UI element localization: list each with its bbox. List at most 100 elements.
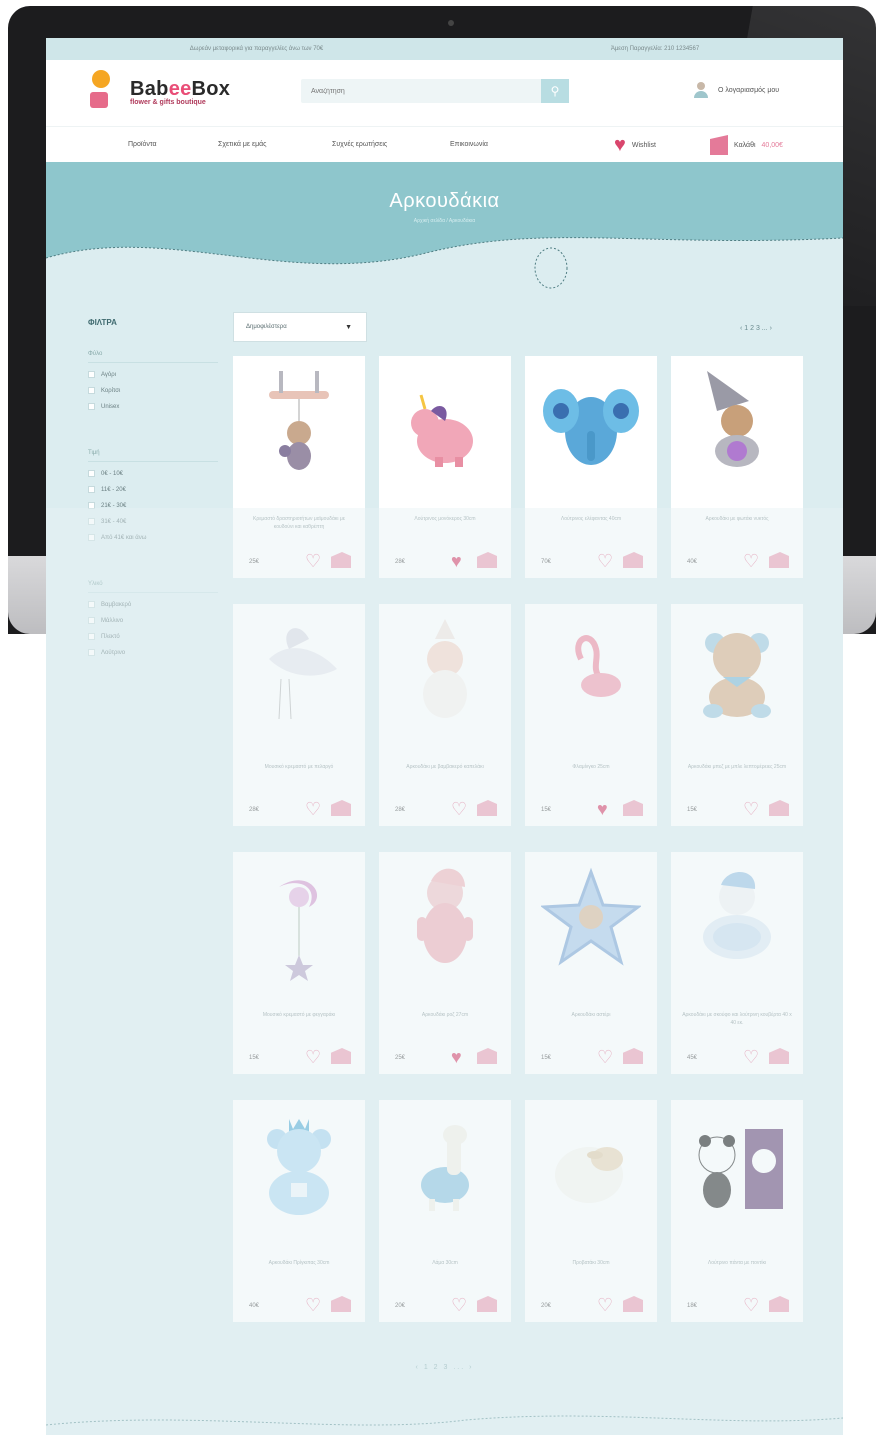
- pagination-top[interactable]: ‹ 1 2 3 ... ›: [740, 325, 772, 332]
- add-to-cart-icon[interactable]: [331, 552, 351, 568]
- product-name[interactable]: Λούτρινος ελέφαντας 40cm: [535, 516, 647, 524]
- filter-option[interactable]: 11€ - 20€: [88, 486, 218, 493]
- heart-icon[interactable]: ♡: [451, 1296, 467, 1314]
- heart-icon[interactable]: ♡: [597, 1296, 613, 1314]
- add-to-cart-icon[interactable]: [331, 1296, 351, 1312]
- product-image[interactable]: [671, 852, 803, 1002]
- cart-link[interactable]: Καλάθι 40,00€: [710, 135, 783, 155]
- product-name[interactable]: Κρεμαστό δραστηριοτήτων μαϊμουδάκι με κο…: [243, 516, 355, 531]
- product-card[interactable]: Αρκουδάκι ροζ 27cm 25€ ♥: [379, 852, 511, 1074]
- product-name[interactable]: Αρκουδάκι ροζ 27cm: [389, 1012, 501, 1020]
- filter-option[interactable]: Πλεκτό: [88, 633, 218, 640]
- heart-icon[interactable]: ♥: [451, 552, 462, 570]
- filter-option[interactable]: Λούτρινο: [88, 649, 218, 656]
- product-card[interactable]: Αρκουδάκι με βαμβακερό καπελάκι 28€ ♡: [379, 604, 511, 826]
- heart-icon[interactable]: ♡: [305, 552, 321, 570]
- nav-faq[interactable]: Συχνές ερωτήσεις: [332, 141, 387, 148]
- product-card[interactable]: Μουσικό κρεμαστό με πελαργό 28€ ♡: [233, 604, 365, 826]
- product-name[interactable]: Αρκουδάκι με βαμβακερό καπελάκι: [389, 764, 501, 772]
- add-to-cart-icon[interactable]: [477, 1048, 497, 1064]
- product-name[interactable]: Αρκουδάκι με φωτάκι νυκτός: [681, 516, 793, 524]
- checkbox[interactable]: [88, 403, 95, 410]
- breadcrumb[interactable]: Αρχική σελίδα / Αρκουδάκια: [46, 218, 843, 224]
- filter-option[interactable]: Unisex: [88, 403, 218, 410]
- heart-icon[interactable]: ♡: [451, 800, 467, 818]
- logo[interactable]: BabeeBox flower & gifts boutique: [86, 70, 230, 114]
- add-to-cart-icon[interactable]: [331, 800, 351, 816]
- checkbox[interactable]: [88, 518, 95, 525]
- heart-icon[interactable]: ♡: [743, 552, 759, 570]
- add-to-cart-icon[interactable]: [477, 552, 497, 568]
- sort-dropdown[interactable]: Δημοφιλέστερα ▼: [233, 312, 367, 342]
- product-image[interactable]: [379, 604, 511, 754]
- product-card[interactable]: Αρκουδάκι με σκούφο και λούτρινη κουβέρτ…: [671, 852, 803, 1074]
- product-name[interactable]: Λάμα 30cm: [389, 1260, 501, 1268]
- product-image[interactable]: [233, 1100, 365, 1250]
- add-to-cart-icon[interactable]: [769, 552, 789, 568]
- product-card[interactable]: Λούτρινος μονόκερος 30cm 28€ ♥: [379, 356, 511, 578]
- product-card[interactable]: Φλαμίνγκο 25cm 15€ ♥: [525, 604, 657, 826]
- heart-icon[interactable]: ♡: [305, 1048, 321, 1066]
- filter-option[interactable]: Βαμβακερό: [88, 601, 218, 608]
- product-image[interactable]: [233, 356, 365, 506]
- add-to-cart-icon[interactable]: [623, 800, 643, 816]
- product-image[interactable]: [379, 852, 511, 1002]
- checkbox[interactable]: [88, 534, 95, 541]
- heart-icon[interactable]: ♡: [305, 1296, 321, 1314]
- filter-option[interactable]: 0€ - 10€: [88, 470, 218, 477]
- product-card[interactable]: Λούτρινο πάντα με ποντίκι 18€ ♡: [671, 1100, 803, 1322]
- heart-icon[interactable]: ♡: [597, 552, 613, 570]
- product-name[interactable]: Φλαμίνγκο 25cm: [535, 764, 647, 772]
- checkbox[interactable]: [88, 387, 95, 394]
- product-image[interactable]: [671, 356, 803, 506]
- checkbox[interactable]: [88, 617, 95, 624]
- product-name[interactable]: Λούτρινος μονόκερος 30cm: [389, 516, 501, 524]
- product-card[interactable]: Λάμα 30cm 20€ ♡: [379, 1100, 511, 1322]
- product-image[interactable]: [379, 356, 511, 506]
- add-to-cart-icon[interactable]: [769, 800, 789, 816]
- checkbox[interactable]: [88, 633, 95, 640]
- product-image[interactable]: [671, 604, 803, 754]
- heart-icon[interactable]: ♡: [597, 1048, 613, 1066]
- product-image[interactable]: [233, 852, 365, 1002]
- checkbox[interactable]: [88, 502, 95, 509]
- product-image[interactable]: [525, 604, 657, 754]
- filter-option[interactable]: Αγόρι: [88, 371, 218, 378]
- product-image[interactable]: [525, 356, 657, 506]
- product-name[interactable]: Λούτρινο πάντα με ποντίκι: [681, 1260, 793, 1268]
- product-image[interactable]: [379, 1100, 511, 1250]
- product-image[interactable]: [525, 1100, 657, 1250]
- checkbox[interactable]: [88, 486, 95, 493]
- search-input[interactable]: [301, 79, 541, 103]
- product-name[interactable]: Αρκουδάκι αστέρι: [535, 1012, 647, 1020]
- checkbox[interactable]: [88, 649, 95, 656]
- product-image[interactable]: [233, 604, 365, 754]
- product-card[interactable]: Αρκουδάκι αστέρι 15€ ♡: [525, 852, 657, 1074]
- add-to-cart-icon[interactable]: [623, 1296, 643, 1312]
- heart-icon[interactable]: ♥: [597, 800, 608, 818]
- product-image[interactable]: [525, 852, 657, 1002]
- heart-icon[interactable]: ♡: [743, 1296, 759, 1314]
- filter-option[interactable]: Από 41€ και άνω: [88, 534, 218, 541]
- product-card[interactable]: Προβατάκι 30cm 20€ ♡: [525, 1100, 657, 1322]
- filter-option[interactable]: 21€ - 30€: [88, 502, 218, 509]
- product-name[interactable]: Μουσικό κρεμαστό με πελαργό: [243, 764, 355, 772]
- filter-option[interactable]: 31€ - 40€: [88, 518, 218, 525]
- add-to-cart-icon[interactable]: [477, 800, 497, 816]
- add-to-cart-icon[interactable]: [623, 1048, 643, 1064]
- product-name[interactable]: Αρκουδάκι Πρίγκιπας 30cm: [243, 1260, 355, 1268]
- checkbox[interactable]: [88, 371, 95, 378]
- heart-icon[interactable]: ♡: [743, 1048, 759, 1066]
- checkbox[interactable]: [88, 601, 95, 608]
- product-card[interactable]: Λούτρινος ελέφαντας 40cm 70€ ♡: [525, 356, 657, 578]
- product-card[interactable]: Αρκουδάκι Πρίγκιπας 30cm 40€ ♡: [233, 1100, 365, 1322]
- product-card[interactable]: Αρκουδάκι με φωτάκι νυκτός 40€ ♡: [671, 356, 803, 578]
- product-card[interactable]: Μουσικό κρεμαστό με φεγγαράκι 15€ ♡: [233, 852, 365, 1074]
- nav-about[interactable]: Σχετικά με εμάς: [218, 141, 267, 148]
- heart-icon[interactable]: ♡: [305, 800, 321, 818]
- product-name[interactable]: Προβατάκι 30cm: [535, 1260, 647, 1268]
- add-to-cart-icon[interactable]: [623, 552, 643, 568]
- product-card[interactable]: Κρεμαστό δραστηριοτήτων μαϊμουδάκι με κο…: [233, 356, 365, 578]
- add-to-cart-icon[interactable]: [769, 1296, 789, 1312]
- search-icon[interactable]: ⚲: [541, 79, 569, 103]
